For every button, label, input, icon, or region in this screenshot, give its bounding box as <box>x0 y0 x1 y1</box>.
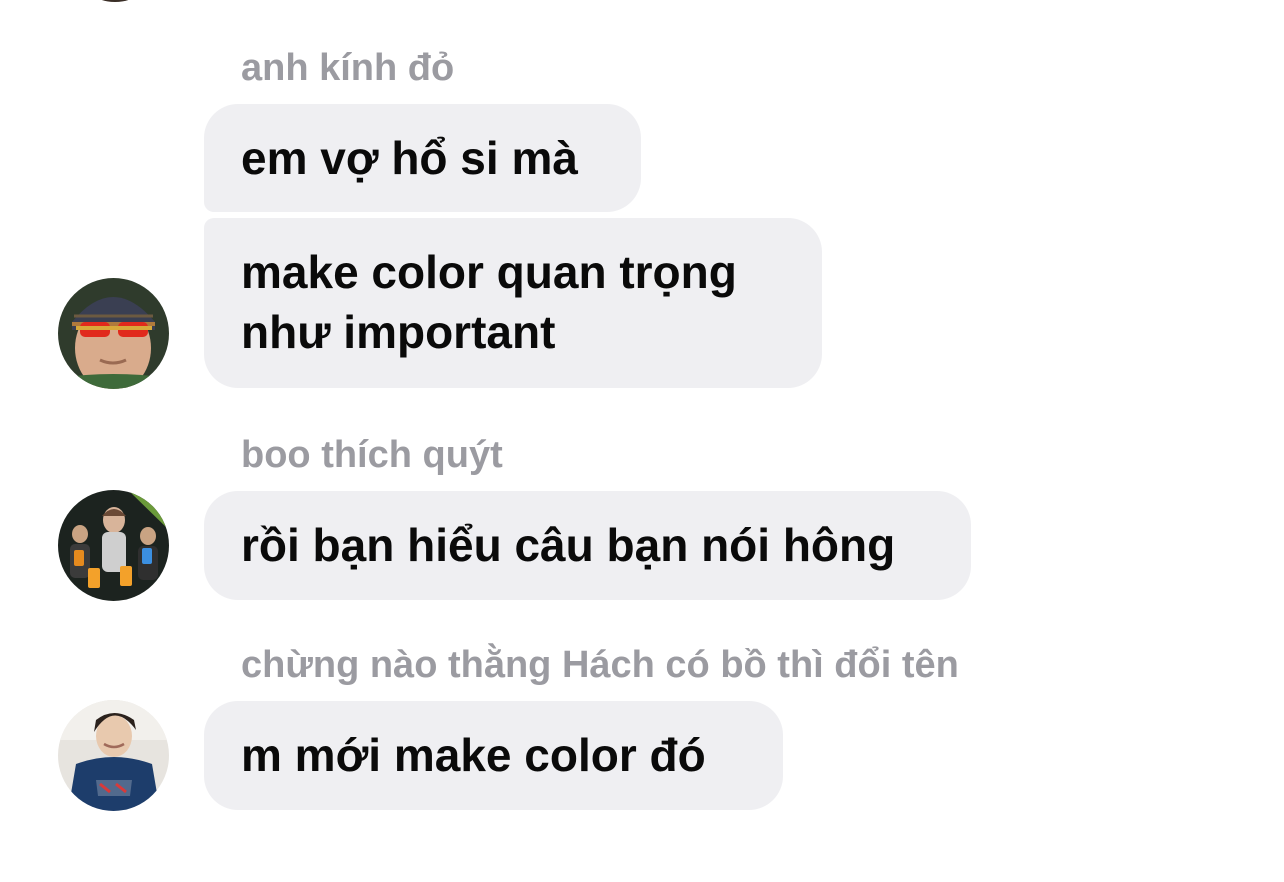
message-text: m mới make color đó <box>241 729 706 781</box>
message-bubble[interactable]: rồi bạn hiểu câu bạn nói hông <box>204 491 971 600</box>
avatar[interactable] <box>58 278 169 389</box>
sender-name: boo thích quýt <box>241 434 503 476</box>
message-bubble[interactable]: m mới make color đó <box>204 701 783 810</box>
avatar-group-photo-icon <box>58 490 169 601</box>
message-text: em vợ hổ si mà <box>241 132 578 184</box>
avatar-blue-hoodie-icon <box>58 700 169 811</box>
message-bubble[interactable]: make color quan trọng như important <box>204 218 822 388</box>
previous-avatar-edge <box>95 0 135 2</box>
avatar-red-glasses-beanie-icon <box>58 278 169 389</box>
sender-name: chừng nào thằng Hách có bồ thì đổi tên <box>241 644 959 686</box>
message-text-line: như important <box>241 306 556 358</box>
message-text-line: make color quan trọng <box>241 246 737 298</box>
avatar[interactable] <box>58 700 169 811</box>
sender-name: anh kính đỏ <box>241 47 455 89</box>
message-text: rồi bạn hiểu câu bạn nói hông <box>241 519 896 571</box>
avatar[interactable] <box>58 490 169 601</box>
message-bubble[interactable]: em vợ hổ si mà <box>204 104 641 212</box>
